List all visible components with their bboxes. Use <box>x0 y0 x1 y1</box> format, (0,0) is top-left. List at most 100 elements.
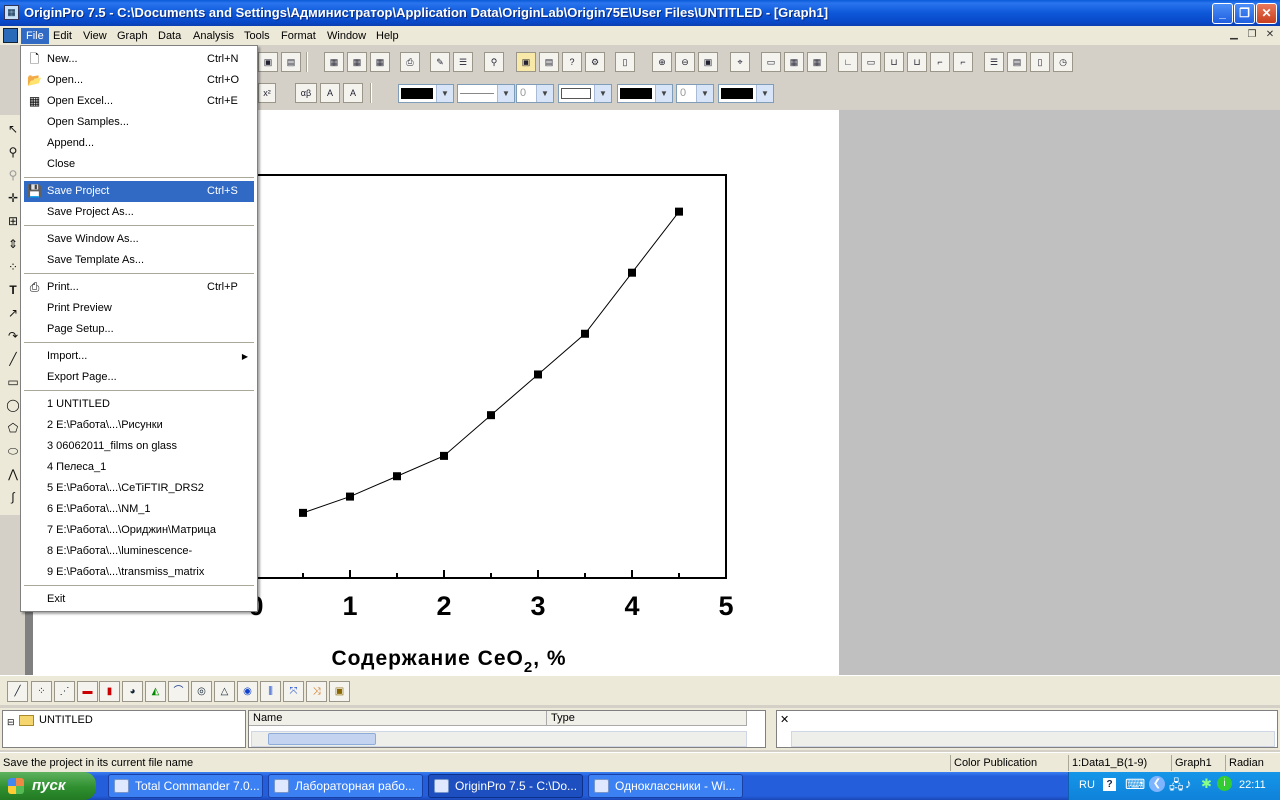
menu-file[interactable]: File <box>21 28 49 44</box>
file-menu-item[interactable]: Save Template As... <box>24 250 254 271</box>
file-menu-item[interactable]: ⎙ Print... Ctrl+P <box>24 277 254 298</box>
add-column-icon[interactable]: ▯ <box>615 52 635 72</box>
data-point-marker[interactable] <box>675 207 683 216</box>
language-indicator[interactable]: RU <box>1079 779 1095 791</box>
increase-font-icon[interactable]: A <box>320 83 340 103</box>
axis-bottom-icon[interactable]: ⊔ <box>907 52 927 72</box>
list-icon[interactable]: ☰ <box>984 52 1004 72</box>
close-button[interactable]: ✕ <box>1256 3 1277 24</box>
data-point-marker[interactable] <box>346 492 354 501</box>
file-menu-item[interactable]: Import... ▶ <box>24 346 254 367</box>
template-plot-icon[interactable]: ⤨ <box>306 681 327 702</box>
file-menu-item[interactable]: Save Window As... <box>24 229 254 250</box>
stack-plot-icon[interactable]: ⫼ <box>260 681 281 702</box>
vector-plot-icon[interactable]: ⤧ <box>283 681 304 702</box>
import-ascii-icon[interactable]: ▦ <box>324 52 344 72</box>
file-menu-item[interactable]: 🗋 New... Ctrl+N <box>24 49 254 70</box>
help-icon[interactable]: ? <box>1103 778 1116 791</box>
save-template-icon[interactable]: ▤ <box>281 52 301 72</box>
file-menu-item[interactable]: Page Setup... <box>24 319 254 340</box>
polar-plot-icon[interactable]: ◎ <box>191 681 212 702</box>
chevron-down-icon[interactable]: ▼ <box>756 85 773 102</box>
scatter-plot-icon[interactable]: ⁘ <box>31 681 52 702</box>
layout-icon[interactable]: ▭ <box>761 52 781 72</box>
column-plot-icon[interactable]: ▮ <box>99 681 120 702</box>
file-menu-item[interactable]: Save Project As... <box>24 202 254 223</box>
line-style-combo[interactable]: ▼ <box>457 84 515 103</box>
start-button[interactable]: пуск <box>0 772 96 800</box>
menu-tools[interactable]: Tools <box>239 28 275 44</box>
greek-icon[interactable]: αβ <box>295 83 317 103</box>
fill-color-combo[interactable]: ▼ <box>617 84 673 103</box>
save-toolbar-icon[interactable]: ▣ <box>258 52 278 72</box>
print-icon[interactable]: ⎙ <box>400 52 420 72</box>
layers-icon[interactable]: ☰ <box>453 52 473 72</box>
file-menu-item[interactable]: Exit <box>24 589 254 610</box>
volume-icon[interactable]: ♪ <box>1185 776 1192 791</box>
antivirus-icon[interactable]: ✱ <box>1201 776 1212 792</box>
menu-window[interactable]: Window <box>322 28 371 44</box>
file-menu-item[interactable]: 5 E:\Работа\...\CeTiFTIR_DRS2 <box>24 478 254 499</box>
line-symbol-plot-icon[interactable]: ⋰ <box>54 681 75 702</box>
data-point-marker[interactable] <box>299 508 307 517</box>
file-menu-item[interactable]: 6 E:\Работа\...\NM_1 <box>24 499 254 520</box>
bar-plot-icon[interactable]: ▬ <box>77 681 98 702</box>
axis-right-icon[interactable]: ⊔ <box>884 52 904 72</box>
results-pane[interactable]: ✕ <box>776 710 1278 748</box>
mdi-close-button[interactable]: ✕ <box>1262 28 1278 42</box>
file-list[interactable]: Name Type <box>248 710 766 748</box>
symbol-color-combo[interactable]: ▼ <box>718 84 774 103</box>
zoom-out-icon[interactable]: ⊖ <box>675 52 695 72</box>
template-library-icon[interactable]: ▣ <box>329 681 350 702</box>
ime-icon[interactable]: ⌨ <box>1125 776 1145 793</box>
scrollbar-thumb[interactable] <box>268 733 376 745</box>
file-menu-item[interactable]: 8 E:\Работа\...\luminescence- <box>24 541 254 562</box>
script-window-icon[interactable]: ▤ <box>539 52 559 72</box>
menu-view[interactable]: View <box>78 28 112 44</box>
file-menu-item[interactable]: Open Samples... <box>24 112 254 133</box>
axis-box-icon[interactable]: ▭ <box>861 52 881 72</box>
show-hidden-icons-icon[interactable]: ❮ <box>1149 776 1165 792</box>
file-menu-item[interactable]: Close <box>24 154 254 175</box>
data-point-marker[interactable] <box>534 370 542 379</box>
ternary-plot-icon[interactable]: △ <box>214 681 235 702</box>
axis-color-icon[interactable]: ⌐ <box>953 52 973 72</box>
merge-icon[interactable]: ▦ <box>784 52 804 72</box>
file-menu-item[interactable]: 💾 Save Project Ctrl+S <box>24 181 254 202</box>
clock-icon[interactable]: ◷ <box>1053 52 1073 72</box>
line-width-combo[interactable]: 0 ▼ <box>516 84 554 103</box>
column-icon[interactable]: ▯ <box>1030 52 1050 72</box>
folder-name[interactable]: UNTITLED <box>39 714 93 726</box>
tree-collapse-icon[interactable]: ⊟ <box>7 717 15 728</box>
file-menu-item[interactable]: 9 E:\Работа\...\transmiss_matrix <box>24 562 254 583</box>
data-point-marker[interactable] <box>581 329 589 338</box>
mdi-document-icon[interactable] <box>3 28 18 43</box>
menu-help[interactable]: Help <box>371 28 404 44</box>
file-menu-item[interactable]: 📂 Open... Ctrl+O <box>24 70 254 91</box>
menu-graph[interactable]: Graph <box>112 28 153 44</box>
axis-top-icon[interactable]: ⌐ <box>930 52 950 72</box>
chevron-down-icon[interactable]: ▼ <box>436 85 453 102</box>
file-menu-item[interactable]: 1 UNTITLED <box>24 394 254 415</box>
chevron-down-icon[interactable]: ▼ <box>536 85 553 102</box>
info-icon[interactable]: i <box>1217 776 1232 791</box>
network-icon[interactable]: 🖧 <box>1169 776 1184 798</box>
code-builder-icon[interactable]: ? <box>562 52 582 72</box>
chevron-down-icon[interactable]: ▼ <box>594 85 611 102</box>
arrange-layers-icon[interactable]: ▦ <box>807 52 827 72</box>
area-plot-icon[interactable]: ◭ <box>145 681 166 702</box>
settings-gear-icon[interactable]: ⚙ <box>585 52 605 72</box>
chevron-down-icon[interactable]: ▼ <box>497 85 514 102</box>
chevron-down-icon[interactable]: ▼ <box>696 85 713 102</box>
data-point-marker[interactable] <box>487 411 495 420</box>
task-internet-explorer[interactable]: Одноклассники - Wi... <box>588 774 743 798</box>
import-excel-icon[interactable]: ▦ <box>370 52 390 72</box>
task-originpro[interactable]: OriginPro 7.5 - C:\Do... <box>428 774 583 798</box>
project-explorer-icon[interactable]: ⚲ <box>484 52 504 72</box>
file-menu-item[interactable]: Export Page... <box>24 367 254 388</box>
task-word-document[interactable]: Лабораторная рабо... <box>268 774 423 798</box>
results-horizontal-scrollbar[interactable] <box>791 731 1275 747</box>
data-point-marker[interactable] <box>393 472 401 481</box>
contour-plot-icon[interactable]: ◉ <box>237 681 258 702</box>
menu-edit[interactable]: Edit <box>48 28 77 44</box>
